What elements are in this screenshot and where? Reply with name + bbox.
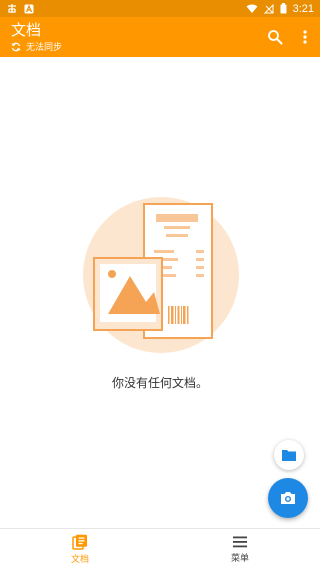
sync-status-text: 无法同步 (26, 43, 63, 53)
more-vert-icon (303, 30, 307, 44)
no-signal-icon (263, 3, 274, 14)
nav-item-menu[interactable]: 菜单 (160, 529, 320, 569)
status-time: 3:21 (292, 2, 314, 15)
more-options-button[interactable] (294, 26, 316, 48)
battery-icon (280, 3, 287, 14)
nav-label-documents: 文档 (70, 554, 89, 565)
wifi-icon (246, 4, 258, 14)
camera-icon (281, 492, 295, 504)
empty-state-illustration (80, 194, 242, 356)
a-badge-icon (24, 3, 34, 14)
page-title: 文档 (11, 21, 42, 39)
camera-scan-button[interactable] (268, 478, 308, 518)
menu-icon (233, 536, 247, 547)
search-button[interactable] (264, 26, 286, 48)
nav-item-documents[interactable]: 文档 (0, 529, 160, 569)
status-right: 3:21 (246, 3, 314, 15)
status-left (6, 3, 34, 14)
chinese-char-icon (6, 3, 18, 14)
status-bar: 3:21 (0, 0, 320, 17)
folder-icon (282, 450, 296, 461)
import-folder-button[interactable] (274, 440, 304, 470)
empty-state-message: 你没有任何文档。 (111, 376, 208, 390)
search-icon (268, 30, 283, 45)
bottom-nav: 文档 菜单 (0, 528, 320, 569)
app-bar: 文档 无法同步 (0, 17, 320, 57)
screen: 3:21 文档 无法同步 你没有任何文档。 文档 菜单 (0, 0, 320, 569)
documents-icon (72, 534, 87, 550)
sync-icon (11, 42, 21, 52)
nav-label-menu: 菜单 (230, 553, 249, 564)
sync-status-row[interactable]: 无法同步 (11, 40, 62, 53)
